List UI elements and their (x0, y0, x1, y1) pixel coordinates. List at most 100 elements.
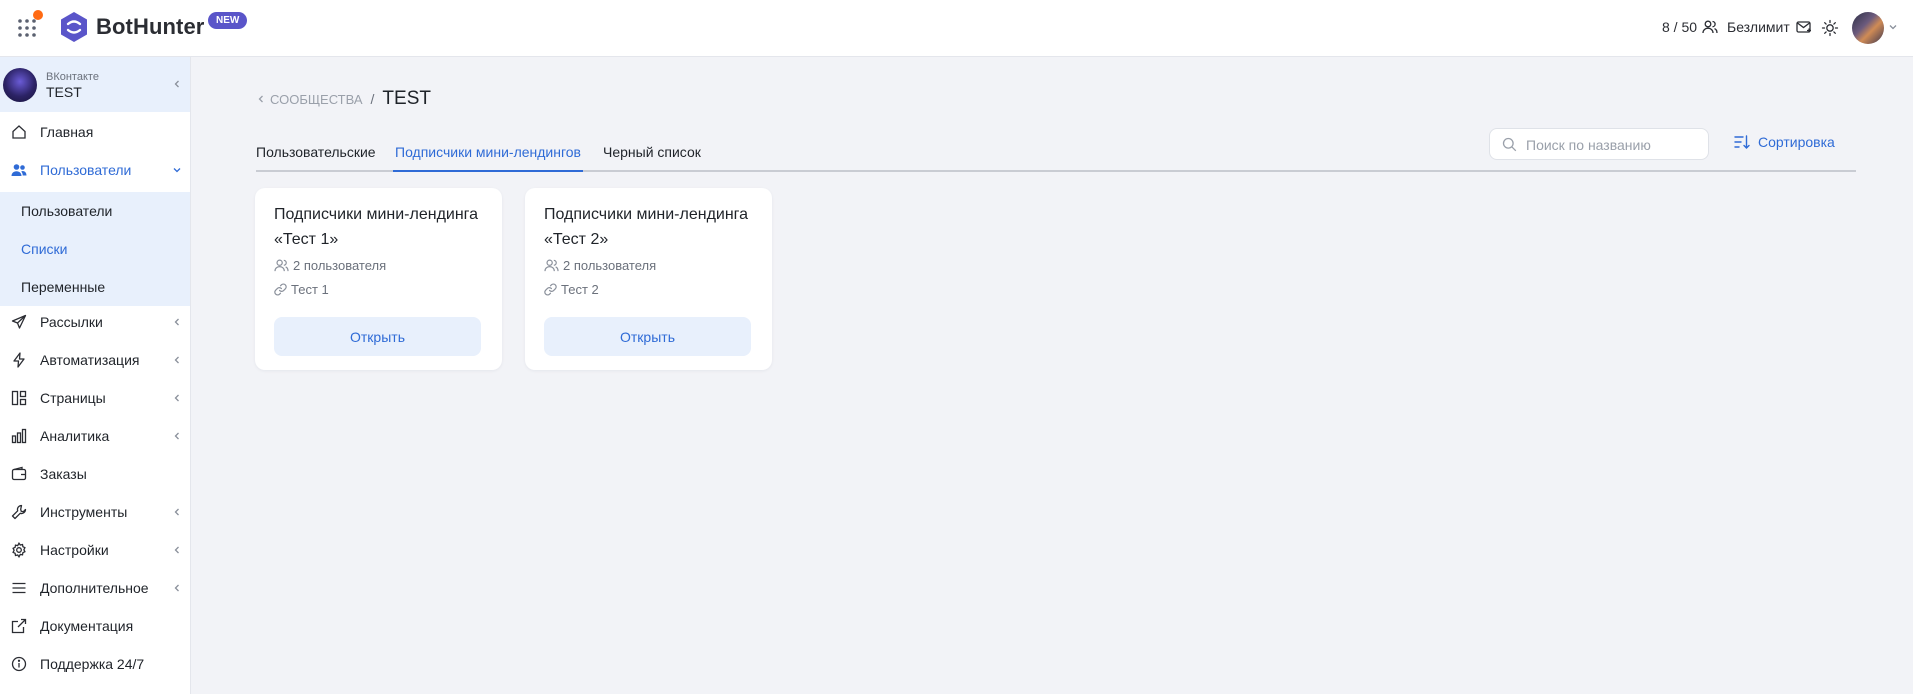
bolt-icon (11, 352, 27, 368)
card-title: Подписчики мини-лендинга «Тест 2» (544, 206, 749, 248)
home-icon (11, 124, 27, 140)
card-link-label: Тест 1 (291, 282, 329, 297)
quota-value: 8 / 50 (1662, 19, 1698, 35)
users-icon (544, 259, 559, 272)
wrench-icon (11, 504, 27, 520)
sidebar-item-label: Аналитика (40, 428, 110, 444)
breadcrumb-back-link[interactable]: СООБЩЕСТВА (256, 92, 363, 107)
search-box (1489, 128, 1709, 160)
sidebar-item-settings[interactable]: Настройки (0, 531, 190, 569)
external-link-icon (11, 618, 27, 634)
sidebar-item-docs[interactable]: Документация (0, 607, 190, 645)
open-button[interactable]: Открыть (274, 317, 481, 356)
sidebar-item-home[interactable]: Главная (0, 113, 190, 151)
sidebar-item-label: Заказы (40, 466, 87, 482)
users-icon (11, 162, 27, 178)
users-icon (274, 259, 289, 272)
chevron-down-icon[interactable] (1888, 22, 1898, 32)
chevron-down-icon (172, 165, 182, 175)
layout-icon (11, 390, 27, 406)
breadcrumb: СООБЩЕСТВА / TEST (256, 88, 431, 110)
card-users: 2 пользователя (544, 258, 656, 273)
notification-dot (33, 10, 43, 20)
chevron-left-icon (172, 507, 182, 517)
list-card: Подписчики мини-лендинга «Тест 2» 2 поль… (525, 188, 772, 370)
card-title: Подписчики мини-лендинга «Тест 1» (274, 206, 479, 248)
sidebar-item-label: Дополнительное (40, 580, 149, 596)
user-avatar[interactable] (1852, 12, 1884, 44)
breadcrumb-back-label: СООБЩЕСТВА (270, 91, 363, 107)
chevron-left-icon (172, 355, 182, 365)
brand-name[interactable]: BotHunter (96, 14, 204, 40)
sidebar-item-additional[interactable]: Дополнительное (0, 569, 190, 607)
sidebar-subitem-label: Списки (21, 241, 68, 257)
sidebar-item-pages[interactable]: Страницы (0, 379, 190, 417)
chevron-left-icon (172, 545, 182, 555)
sidebar: ВКонтакте TEST Главная Пользователи Поль… (0, 57, 191, 694)
sort-button[interactable]: Сортировка (1734, 134, 1835, 150)
sort-icon (1734, 135, 1750, 149)
bothunter-logo-icon[interactable] (58, 11, 90, 43)
send-icon (11, 314, 27, 330)
search-input[interactable] (1526, 135, 1702, 155)
plan-button[interactable]: Безлимит (1727, 19, 1812, 35)
sidebar-subitem-variables[interactable]: Переменные (0, 268, 190, 306)
account-name: TEST (46, 84, 82, 100)
sidebar-item-label: Главная (40, 124, 94, 140)
top-bar: BotHunter NEW 8 / 50 Безлимит (0, 0, 1913, 57)
menu-icon (11, 580, 27, 596)
sort-label: Сортировка (1758, 134, 1835, 150)
sidebar-item-label: Инструменты (40, 504, 128, 520)
card-users-count: 2 пользователя (293, 258, 387, 273)
tab-blacklist[interactable]: Черный список (603, 144, 701, 170)
wallet-icon (11, 466, 27, 482)
bar-chart-icon (11, 428, 27, 444)
link-icon (274, 283, 287, 296)
users-quota: 8 / 50 (1662, 19, 1718, 35)
chevron-left-icon (256, 94, 266, 104)
mail-icon (1796, 20, 1812, 34)
gear-icon (11, 542, 27, 558)
page-title: TEST (382, 88, 431, 109)
tab-custom[interactable]: Пользовательские (256, 144, 376, 170)
tab-landing-subscribers[interactable]: Подписчики мини-лендингов (393, 144, 583, 172)
sun-icon[interactable] (1820, 18, 1840, 38)
sidebar-subitem-lists[interactable]: Списки (0, 230, 190, 268)
users-submenu: Пользователи Списки Переменные (0, 192, 190, 306)
sidebar-item-label: Настройки (40, 542, 109, 558)
card-link: Тест 2 (544, 282, 599, 297)
info-icon (11, 656, 27, 672)
sidebar-item-analytics[interactable]: Аналитика (0, 417, 190, 455)
sidebar-item-label: Страницы (40, 390, 106, 406)
list-card: Подписчики мини-лендинга «Тест 1» 2 поль… (255, 188, 502, 370)
new-badge: NEW (208, 12, 248, 29)
chevron-left-icon (172, 79, 182, 89)
account-network: ВКонтакте (46, 71, 99, 83)
sidebar-item-label: Пользователи (40, 162, 132, 178)
sidebar-item-mailings[interactable]: Рассылки (0, 303, 190, 341)
account-switcher[interactable]: ВКонтакте TEST (0, 57, 190, 112)
chevron-left-icon (172, 431, 182, 441)
chevron-left-icon (172, 393, 182, 403)
sidebar-item-label: Автоматизация (40, 352, 140, 368)
chevron-left-icon (172, 583, 182, 593)
plan-label: Безлимит (1727, 19, 1790, 35)
users-icon (1702, 20, 1718, 34)
card-users-count: 2 пользователя (563, 258, 657, 273)
search-icon (1502, 137, 1517, 152)
sidebar-item-tools[interactable]: Инструменты (0, 493, 190, 531)
sidebar-subitem-label: Пользователи (21, 203, 113, 219)
open-button[interactable]: Открыть (544, 317, 751, 356)
sidebar-item-users[interactable]: Пользователи (0, 151, 190, 189)
sidebar-item-automation[interactable]: Автоматизация (0, 341, 190, 379)
card-users: 2 пользователя (274, 258, 386, 273)
breadcrumb-separator: / (370, 91, 375, 107)
sidebar-item-label: Рассылки (40, 314, 103, 330)
sidebar-item-label: Поддержка 24/7 (40, 656, 145, 672)
apps-grid-icon[interactable] (16, 17, 38, 39)
sidebar-item-support[interactable]: Поддержка 24/7 (0, 645, 190, 683)
sidebar-item-orders[interactable]: Заказы (0, 455, 190, 493)
sidebar-item-label: Документация (40, 618, 134, 634)
sidebar-subitem-users[interactable]: Пользователи (0, 192, 190, 230)
card-link: Тест 1 (274, 282, 329, 297)
